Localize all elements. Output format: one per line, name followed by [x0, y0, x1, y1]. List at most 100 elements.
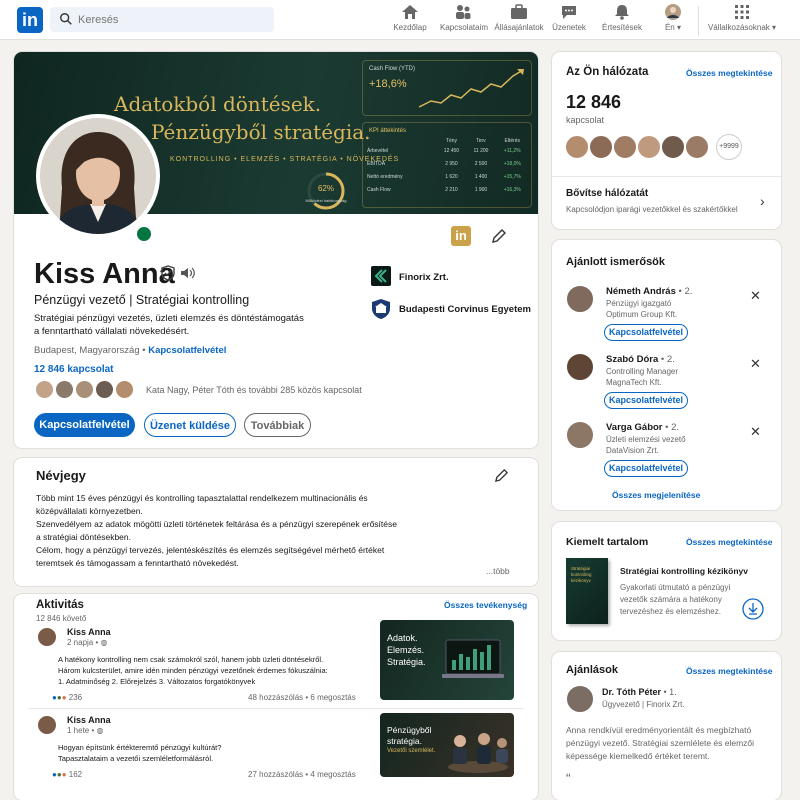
send-message-button[interactable]: Üzenet küldése — [144, 413, 236, 437]
online-status-indicator — [134, 224, 154, 244]
person-role: Controlling Manager — [606, 367, 679, 376]
profile-photo[interactable] — [36, 114, 160, 238]
post-reactions[interactable]: ●●● 236 — [52, 693, 82, 702]
about-see-more-link[interactable]: ...több — [486, 566, 510, 576]
post-time: 2 napja — [67, 638, 94, 647]
gauge-label: Működési hatékonyság — [305, 198, 347, 203]
about-title: Névjegy — [36, 468, 86, 483]
connect-button[interactable]: Kapcsolatfelvétel — [34, 413, 135, 437]
nav-label: Én — [664, 23, 675, 32]
nav-me[interactable]: Én ▾ — [658, 4, 688, 38]
person-name[interactable]: Szabó Dóra — [606, 354, 658, 365]
dismiss-close-icon[interactable]: ✕ — [750, 356, 761, 372]
kpi-row: EBITDA 2 950 2 500 +18,0% — [367, 157, 529, 170]
avatar — [94, 379, 115, 400]
linkedin-logo[interactable]: in — [17, 7, 43, 33]
recommendations-card: Ajánlások Összes megtekintése Dr. Tóth P… — [552, 652, 781, 800]
featured-title: Kiemelt tartalom — [566, 536, 649, 548]
search-input[interactable] — [78, 7, 268, 32]
recommender-name[interactable]: Dr. Tóth Péter — [602, 687, 661, 697]
all-activity-link[interactable]: Összes tevékenység — [444, 600, 527, 610]
company-name[interactable]: Finorix Zrt. — [399, 272, 449, 283]
cashflow-widget: Cash Flow (YTD) +18,6% — [362, 60, 532, 116]
edit-pencil-icon[interactable] — [491, 228, 507, 244]
person-name[interactable]: Németh András — [606, 286, 676, 297]
suggested-person[interactable]: Szabó Dóra • 2. Controlling Manager Magn… — [552, 352, 781, 416]
linkedin-logo-icon[interactable]: in — [451, 226, 471, 246]
nav-home[interactable]: Kezdőlap — [392, 4, 428, 38]
post-author[interactable]: Kiss Anna — [67, 627, 111, 637]
person-connect-button[interactable]: Kapcsolatfelvétel — [604, 392, 688, 409]
kpi-cell: Cash Flow — [367, 186, 391, 193]
featured-item-title[interactable]: Stratégiai kontrolling kézikönyv — [620, 566, 748, 576]
nav-divider — [698, 6, 699, 36]
activity-post[interactable]: Kiss Anna 1 hete • ◍ Hogyan építsünk ért… — [14, 710, 538, 798]
about-line: Célom, hogy a pénzügyi tervezés, jelenté… — [36, 545, 385, 555]
person-company: MagnaTech Kft. — [606, 378, 662, 387]
download-icon[interactable] — [742, 598, 764, 620]
dismiss-close-icon[interactable]: ✕ — [750, 288, 761, 304]
nav-notifications[interactable]: Értesítések — [600, 4, 644, 38]
nav-jobs[interactable]: Állásajánlatok — [494, 4, 544, 38]
profile-summary-line-1: Stratégiai pénzügyi vezetés, üzleti elem… — [34, 313, 304, 324]
nav-business[interactable]: Vállalkozásoknak ▾ — [704, 4, 780, 38]
profile-card: Adatokból döntések. Pénzügyből stratégia… — [14, 52, 538, 448]
dismiss-close-icon[interactable]: ✕ — [750, 424, 761, 440]
connections-count-link[interactable]: 12 846 kapcsolat — [34, 364, 114, 375]
post-author[interactable]: Kiss Anna — [67, 715, 111, 725]
mutual-connections-text[interactable]: Kata Nagy, Péter Tóth és további 285 köz… — [146, 385, 362, 395]
grid-icon — [735, 5, 749, 19]
audio-pronunciation-icon[interactable] — [180, 266, 196, 280]
recommendations-see-all-link[interactable]: Összes megtekintése — [686, 666, 772, 676]
more-connections-badge[interactable]: +9999 — [716, 134, 742, 160]
post-line: A hatékony kontrolling nem csak számokró… — [58, 655, 324, 664]
network-see-all-link[interactable]: Összes megtekintése — [686, 68, 772, 78]
profile-location: Budapest, Magyarország — [34, 345, 140, 356]
nav-label: Állásajánlatok — [494, 23, 544, 32]
contact-info-link[interactable]: Kapcsolatfelvétel — [148, 345, 226, 356]
briefcase-icon — [511, 4, 527, 19]
featured-see-all-link[interactable]: Összes megtekintése — [686, 537, 772, 547]
recommendation-line: Anna rendkívül eredményorientált és megb… — [566, 725, 752, 735]
laptop-chart-image — [442, 639, 504, 678]
school-logo[interactable] — [371, 298, 391, 320]
about-line: a stratégiai döntésekben. — [36, 532, 131, 542]
activity-post[interactable]: Kiss Anna 2 napja • ◍ A hatékony kontrol… — [14, 620, 538, 710]
kpi-row: Nettó eredmény 1 620 1 400 +15,7% — [367, 170, 529, 183]
post-thumbnail[interactable]: Pénzügyből stratégia. Vezetői szemlélet. — [380, 713, 514, 777]
kpi-row: Árbevétel 12 450 11 200 +11,2% — [367, 144, 529, 157]
post-stats[interactable]: 27 hozzászólás • 4 megosztás — [248, 770, 356, 779]
avatar — [565, 420, 595, 450]
show-all-suggestions-link[interactable]: Összes megjelenítése — [612, 490, 700, 500]
reaction-count: 236 — [68, 693, 83, 702]
search-box[interactable] — [50, 7, 274, 32]
verified-shield-icon[interactable] — [161, 265, 175, 281]
kpi-row: Cash Flow 2 210 1 900 +16,3% — [367, 183, 529, 196]
book-cover-image[interactable]: Stratégiai kontrolling kézikönyv — [566, 558, 608, 624]
messages-icon — [562, 6, 576, 19]
school-name[interactable]: Budapesti Corvinus Egyetem — [399, 304, 531, 315]
mutual-connections-avatars[interactable] — [34, 379, 144, 401]
edit-pencil-icon[interactable] — [494, 468, 509, 483]
suggested-person[interactable]: Németh András • 2. Pénzügyi igazgató Opt… — [552, 284, 781, 348]
more-actions-button[interactable]: Továbbiak — [244, 413, 311, 437]
avatar — [684, 134, 710, 160]
company-logo[interactable] — [371, 266, 391, 286]
chevron-right-icon: › — [760, 193, 765, 209]
expand-network-row[interactable]: Bővítse hálózatát Kapcsolódjon iparági v… — [552, 177, 781, 229]
nav-messages[interactable]: Üzenetek — [552, 4, 586, 38]
kpi-title: KPI áttekintés — [369, 128, 407, 134]
post-thumbnail[interactable]: Adatok. Elemzés. Stratégia. — [380, 620, 514, 700]
post-reactions[interactable]: ●●● 162 — [52, 770, 82, 779]
person-name[interactable]: Varga Gábor — [606, 422, 663, 433]
post-stats[interactable]: 48 hozzászólás • 6 megosztás — [248, 693, 356, 702]
network-avatars[interactable]: +9999 — [564, 134, 774, 164]
nav-label: Kezdőlap — [393, 23, 427, 32]
kpi-cell: +18,0% — [503, 160, 521, 167]
expand-network-title: Bővítse hálózatát — [566, 188, 649, 199]
suggested-person[interactable]: Varga Gábor • 2. Üzleti elemzési vezető … — [552, 420, 781, 484]
post-line: Tapasztalataim a vezetői szemléletformál… — [58, 754, 214, 763]
person-connect-button[interactable]: Kapcsolatfelvétel — [604, 460, 688, 477]
nav-network[interactable]: Kapcsolataim — [440, 4, 488, 38]
person-connect-button[interactable]: Kapcsolatfelvétel — [604, 324, 688, 341]
